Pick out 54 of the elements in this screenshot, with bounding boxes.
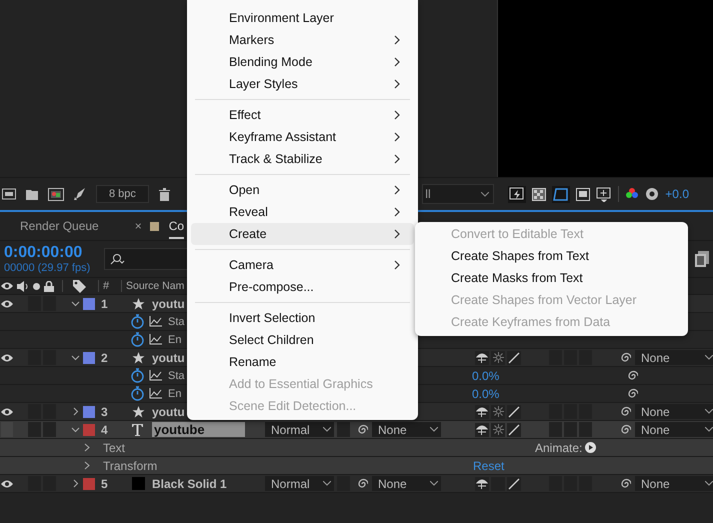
menu-item[interactable]: Rename (191, 351, 414, 373)
menu-item[interactable]: Markers (191, 29, 414, 51)
bit-depth-button[interactable]: 8 bpc (96, 185, 149, 203)
layer-number: 2 (100, 350, 109, 364)
property-name: Sta (168, 370, 185, 382)
layer-name[interactable]: youtu (152, 350, 185, 364)
layer-name[interactable]: youtu (152, 404, 185, 418)
property-name: Sta (168, 316, 185, 328)
layer-number: 3 (100, 404, 109, 418)
exposure-value[interactable]: +0.0 (665, 187, 689, 201)
layer-number: 4 (100, 422, 109, 436)
animate-label: Animate: (535, 440, 582, 454)
layer-name[interactable]: youtu (152, 296, 185, 310)
column-header: # (103, 280, 110, 292)
layer-number: 1 (100, 296, 109, 310)
layer-number: 5 (100, 476, 109, 490)
track-matte-dropdown[interactable]: None (372, 476, 441, 491)
menu-item[interactable]: Effect (191, 104, 414, 126)
menu-item[interactable]: Reveal (191, 201, 414, 223)
menu-item[interactable]: Blending Mode (191, 51, 414, 73)
menu-item[interactable]: Keyframe Assistant (191, 126, 414, 148)
layer-name-input[interactable]: youtube (152, 422, 245, 437)
menu-item[interactable]: Track & Stabilize (191, 148, 414, 170)
menu-item[interactable]: Select Children (191, 329, 414, 351)
menu-item[interactable]: Create Masks from Text (419, 267, 684, 289)
parent-dropdown[interactable]: None (635, 350, 713, 365)
track-matte-dropdown[interactable]: None (372, 422, 441, 437)
menu-item[interactable]: Invert Selection (191, 307, 414, 329)
parent-dropdown[interactable]: None (635, 476, 713, 491)
blend-mode-dropdown[interactable]: Normal (265, 422, 334, 437)
menu-item[interactable]: Pre-compose... (191, 276, 414, 298)
timecode[interactable]: 0:00:00:00 (4, 244, 90, 262)
menu-item[interactable]: Layer Styles (191, 73, 414, 95)
menu-item[interactable]: Camera (191, 254, 414, 276)
tab-close-button[interactable]: × (134, 219, 142, 233)
property-value[interactable]: 0.0% (472, 386, 500, 400)
blend-mode-dropdown[interactable]: Normal (265, 476, 334, 491)
menu-item[interactable]: Environment Layer (191, 7, 414, 29)
layer-name[interactable]: Black Solid 1 (152, 476, 227, 490)
property-value[interactable]: 0.0% (472, 368, 500, 382)
resolution-dropdown[interactable]: ll (422, 184, 494, 204)
panel-tab[interactable]: Co (168, 213, 184, 239)
menu-item[interactable]: Open (191, 179, 414, 201)
panel-tab[interactable]: Render Queue (20, 213, 99, 239)
parent-dropdown[interactable]: None (635, 404, 713, 419)
property-group-name: Text (103, 440, 126, 454)
parent-dropdown[interactable]: None (635, 422, 713, 437)
property-name: En (168, 334, 182, 346)
column-header[interactable]: Source Nam (126, 280, 184, 292)
property-name: En (168, 388, 182, 400)
menu-item[interactable]: Create (191, 223, 414, 245)
menu-item[interactable]: Create Shapes from Text (419, 245, 684, 267)
property-group-name: Transform (103, 458, 158, 472)
frame-count: 00000 (29.97 fps) (4, 262, 90, 274)
